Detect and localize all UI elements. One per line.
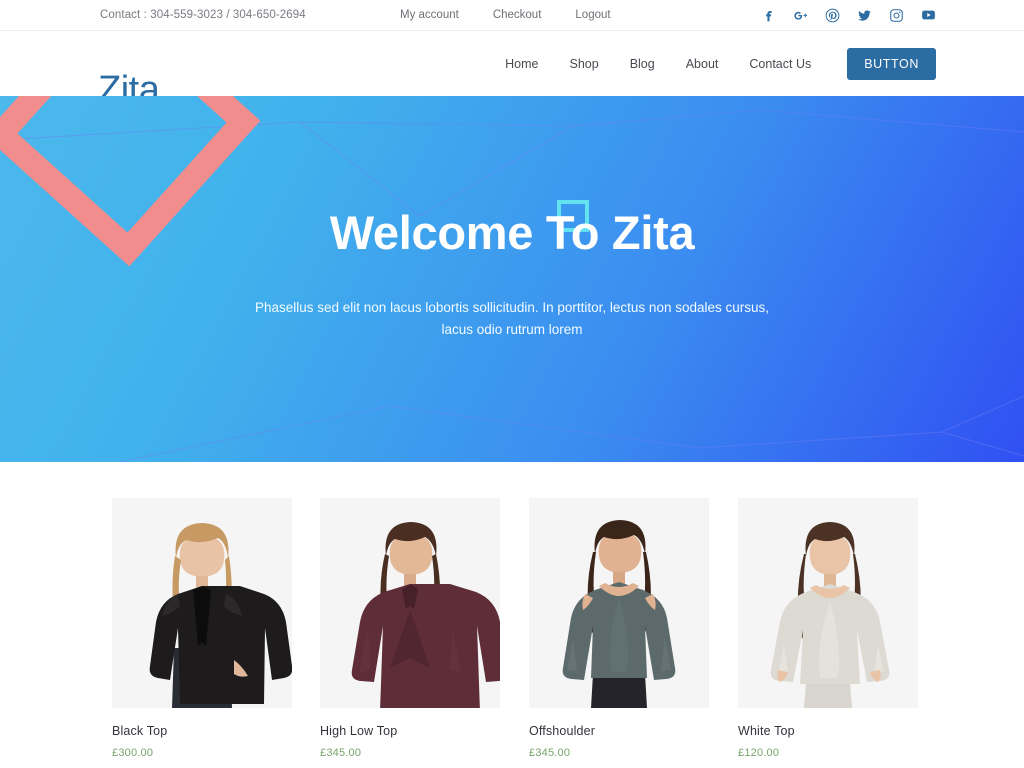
site-header: Zita Home Shop Blog About Contact Us BUT… bbox=[0, 31, 1024, 109]
instagram-icon[interactable] bbox=[889, 8, 904, 23]
product-grid: Black Top £300.00 High Low Top £345.00 O… bbox=[0, 498, 1024, 759]
product-price: £345.00 bbox=[320, 747, 362, 759]
product-price: £345.00 bbox=[529, 747, 571, 759]
hero-content: Welcome To Zita Phasellus sed elit non l… bbox=[0, 96, 1024, 340]
header-cta-button[interactable]: BUTTON bbox=[847, 47, 936, 80]
hero-title: Welcome To Zita bbox=[329, 206, 695, 259]
top-bar-links: My account Checkout Logout bbox=[400, 9, 611, 21]
product-title[interactable]: High Low Top bbox=[320, 724, 500, 738]
nav-item-home[interactable]: Home bbox=[505, 57, 538, 71]
google-plus-icon[interactable] bbox=[793, 8, 808, 23]
product-section: Black Top £300.00 High Low Top £345.00 O… bbox=[0, 462, 1024, 759]
product-image[interactable] bbox=[738, 498, 918, 708]
model-photo-white-top bbox=[738, 498, 918, 708]
pinterest-icon[interactable] bbox=[825, 8, 840, 23]
hero-subtitle: Phasellus sed elit non lacus lobortis so… bbox=[254, 299, 770, 337]
top-bar: Contact : 304-559-3023 / 304-650-2694 My… bbox=[0, 0, 1024, 31]
nav-item-about[interactable]: About bbox=[686, 57, 719, 71]
product-price: £120.00 bbox=[738, 747, 780, 759]
product-title[interactable]: White Top bbox=[738, 724, 918, 738]
model-photo-offshoulder bbox=[529, 498, 709, 708]
main-navigation: Home Shop Blog About Contact Us BUTTON bbox=[505, 47, 936, 80]
model-photo-black-top bbox=[112, 498, 292, 708]
topbar-link-my-account[interactable]: My account bbox=[400, 9, 459, 21]
product-card[interactable]: Offshoulder £345.00 bbox=[529, 498, 709, 759]
hero-banner: Welcome To Zita Phasellus sed elit non l… bbox=[0, 96, 1024, 462]
topbar-link-checkout[interactable]: Checkout bbox=[493, 9, 542, 21]
product-title[interactable]: Black Top bbox=[112, 724, 292, 738]
product-card[interactable]: High Low Top £345.00 bbox=[320, 498, 500, 759]
model-photo-high-low-top bbox=[320, 498, 500, 708]
topbar-link-logout[interactable]: Logout bbox=[575, 9, 610, 21]
nav-item-shop[interactable]: Shop bbox=[569, 57, 598, 71]
product-title[interactable]: Offshoulder bbox=[529, 724, 709, 738]
twitter-icon[interactable] bbox=[857, 8, 872, 23]
product-card[interactable]: Black Top £300.00 bbox=[112, 498, 292, 759]
product-image[interactable] bbox=[320, 498, 500, 708]
product-image[interactable] bbox=[529, 498, 709, 708]
facebook-icon[interactable] bbox=[761, 8, 776, 23]
youtube-icon[interactable] bbox=[921, 8, 936, 23]
social-links bbox=[761, 8, 936, 23]
nav-item-contact-us[interactable]: Contact Us bbox=[749, 57, 811, 71]
product-card[interactable]: White Top £120.00 bbox=[738, 498, 918, 759]
product-price: £300.00 bbox=[112, 747, 154, 759]
contact-info: Contact : 304-559-3023 / 304-650-2694 bbox=[100, 9, 306, 21]
product-image[interactable] bbox=[112, 498, 292, 708]
nav-item-blog[interactable]: Blog bbox=[630, 57, 655, 71]
